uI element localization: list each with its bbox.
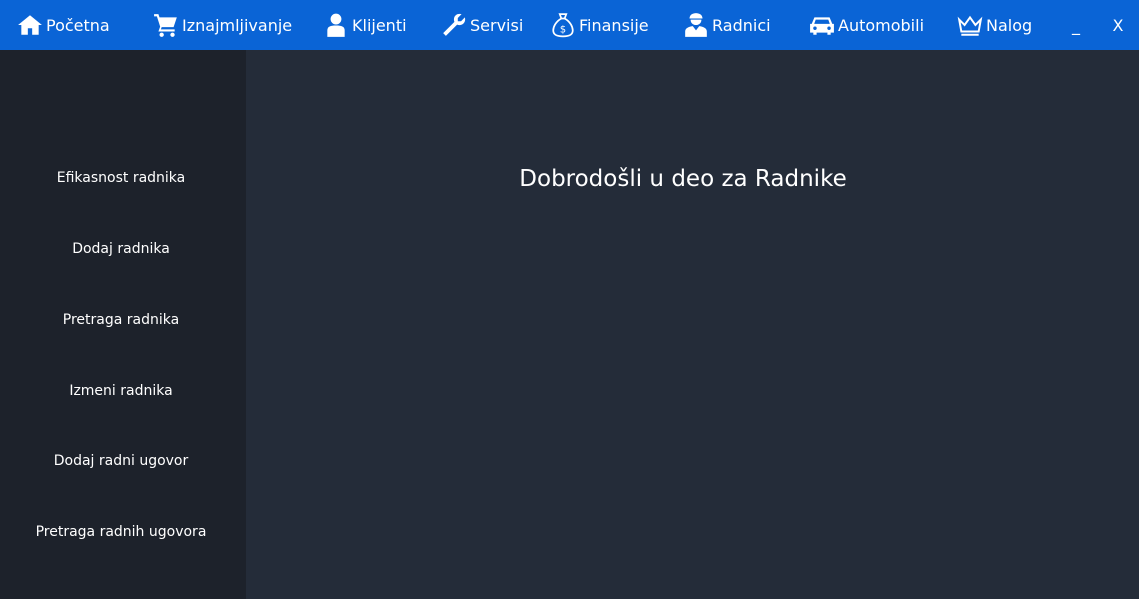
- nav-item-nalog[interactable]: Nalog: [956, 0, 1032, 50]
- main-content: Dobrodošli u deo za Radnike: [246, 50, 1139, 599]
- nav-item-servisi[interactable]: Servisi: [440, 0, 523, 50]
- nav-item-pocetna[interactable]: Početna: [16, 0, 110, 50]
- wrench-icon: [440, 11, 468, 39]
- minimize-button[interactable]: _: [1066, 0, 1086, 50]
- sidebar-item-pretraga-radnika[interactable]: Pretraga radnika: [0, 300, 242, 340]
- sidebar: Efikasnost radnika Dodaj radnika Pretrag…: [0, 50, 246, 599]
- nav-item-label: Automobili: [838, 15, 925, 35]
- nav-item-label: Nalog: [986, 15, 1033, 35]
- nav-item-label: Radnici: [712, 15, 771, 35]
- nav-item-iznajmljivanje[interactable]: Iznajmljivanje: [152, 0, 292, 50]
- cart-icon: [152, 11, 180, 39]
- sidebar-item-dodaj-radni-ugovor[interactable]: Dodaj radni ugovor: [0, 441, 242, 481]
- user-icon: [322, 11, 350, 39]
- nav-item-label: Klijenti: [352, 15, 407, 35]
- nav-item-label: Servisi: [470, 15, 524, 35]
- close-button[interactable]: X: [1108, 0, 1128, 50]
- nav-item-radnici[interactable]: Radnici: [682, 0, 771, 50]
- sidebar-item-pretraga-radnih-ugovora[interactable]: Pretraga radnih ugovora: [0, 512, 242, 552]
- sidebar-item-efikasnost-radnika[interactable]: Efikasnost radnika: [0, 158, 242, 198]
- svg-text:$: $: [560, 25, 566, 36]
- worker-icon: [682, 11, 710, 39]
- nav-item-label: Finansije: [579, 15, 649, 35]
- sidebar-item-izmeni-radnika[interactable]: Izmeni radnika: [0, 371, 242, 411]
- nav-item-finansije[interactable]: $ Finansije: [549, 0, 649, 50]
- welcome-heading: Dobrodošli u deo za Radnike: [519, 166, 847, 192]
- top-navigation-bar: Početna Iznajmljivanje Klijenti Servisi …: [0, 0, 1139, 50]
- crown-icon: [956, 11, 984, 39]
- nav-item-klijenti[interactable]: Klijenti: [322, 0, 407, 50]
- sidebar-item-dodaj-radnika[interactable]: Dodaj radnika: [0, 229, 242, 269]
- car-icon: [808, 11, 836, 39]
- home-icon: [16, 11, 44, 39]
- nav-item-label: Početna: [46, 15, 110, 35]
- nav-item-label: Iznajmljivanje: [182, 15, 293, 35]
- nav-item-automobili[interactable]: Automobili: [808, 0, 924, 50]
- money-bag-icon: $: [549, 11, 577, 39]
